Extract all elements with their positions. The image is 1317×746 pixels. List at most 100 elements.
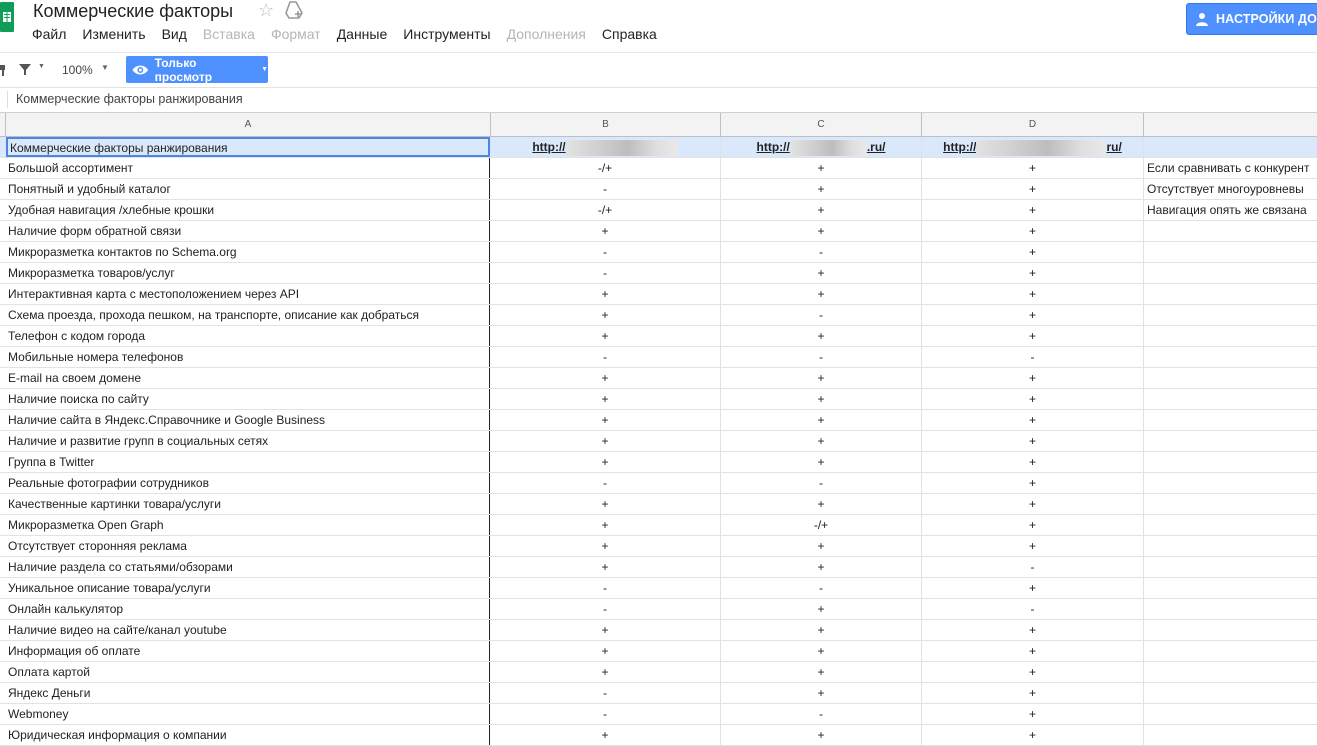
column-header-c[interactable]: C <box>721 113 922 136</box>
header-cell-url-c[interactable]: http:// .ru/ <box>721 137 922 157</box>
cell-d[interactable]: + <box>922 494 1144 514</box>
column-header-b[interactable]: B <box>491 113 721 136</box>
cell-b[interactable]: + <box>490 410 721 430</box>
cell-c[interactable]: - <box>721 242 922 262</box>
cell-c[interactable]: + <box>721 389 922 409</box>
cell-e[interactable] <box>1144 389 1317 409</box>
cell-b[interactable]: -/+ <box>490 158 721 178</box>
cell-a[interactable]: Схема проезда, прохода пешком, на трансп… <box>6 305 490 325</box>
cell-a[interactable]: Наличие раздела со статьями/обзорами <box>6 557 490 577</box>
cell-e[interactable] <box>1144 641 1317 661</box>
cell-b[interactable]: - <box>490 599 721 619</box>
cell-b[interactable]: + <box>490 725 721 745</box>
cell-c[interactable]: - <box>721 578 922 598</box>
cell-c[interactable]: + <box>721 221 922 241</box>
cell-e[interactable] <box>1144 368 1317 388</box>
cell-a[interactable]: Юридическая информация о компании <box>6 725 490 745</box>
formula-bar[interactable]: Коммерческие факторы ранжирования <box>0 87 1317 113</box>
cell-c[interactable]: - <box>721 473 922 493</box>
cell-a[interactable]: Наличие форм обратной связи <box>6 221 490 241</box>
cell-b[interactable]: + <box>490 221 721 241</box>
star-icon[interactable]: ☆ <box>258 0 274 20</box>
cell-c[interactable]: - <box>721 347 922 367</box>
cell-d[interactable]: + <box>922 200 1144 220</box>
cell-d[interactable]: + <box>922 683 1144 703</box>
cell-a[interactable]: Наличие и развитие групп в социальных се… <box>6 431 490 451</box>
cell-c[interactable]: + <box>721 263 922 283</box>
menu-item-5[interactable]: Данные <box>337 25 388 45</box>
cell-d[interactable]: + <box>922 725 1144 745</box>
cell-e[interactable] <box>1144 620 1317 640</box>
cell-a[interactable]: Webmoney <box>6 704 490 724</box>
cell-e[interactable] <box>1144 599 1317 619</box>
menu-item-1[interactable]: Изменить <box>82 25 145 45</box>
cell-b[interactable]: + <box>490 557 721 577</box>
cell-a[interactable]: Мобильные номера телефонов <box>6 347 490 367</box>
cell-a[interactable]: Яндекс Деньги <box>6 683 490 703</box>
cell-e[interactable] <box>1144 683 1317 703</box>
cell-c[interactable]: + <box>721 557 922 577</box>
cell-c[interactable]: + <box>721 536 922 556</box>
cell-c[interactable]: + <box>721 158 922 178</box>
cell-c[interactable]: + <box>721 494 922 514</box>
cell-d[interactable]: - <box>922 347 1144 367</box>
cell-a[interactable]: Телефон с кодом города <box>6 326 490 346</box>
cell-a[interactable]: Группа в Twitter <box>6 452 490 472</box>
cell-d[interactable]: + <box>922 662 1144 682</box>
cell-b[interactable]: - <box>490 179 721 199</box>
cell-e[interactable] <box>1144 452 1317 472</box>
cell-d[interactable]: + <box>922 410 1144 430</box>
cell-d[interactable]: - <box>922 599 1144 619</box>
cell-e[interactable] <box>1144 221 1317 241</box>
cell-c[interactable]: - <box>721 305 922 325</box>
cell-e[interactable] <box>1144 494 1317 514</box>
cell-e[interactable] <box>1144 284 1317 304</box>
cell-e[interactable] <box>1144 263 1317 283</box>
cell-e[interactable]: Если сравнивать с конкурент <box>1144 158 1317 178</box>
cell-a[interactable]: Понятный и удобный каталог <box>6 179 490 199</box>
cell-b[interactable]: + <box>490 368 721 388</box>
cell-a[interactable]: Наличие видео на сайте/канал youtube <box>6 620 490 640</box>
cell-a[interactable]: Микроразметка Open Graph <box>6 515 490 535</box>
cell-c[interactable]: + <box>721 284 922 304</box>
cell-b[interactable]: + <box>490 431 721 451</box>
cell-b[interactable]: - <box>490 347 721 367</box>
view-only-button[interactable]: Только просмотр ▼ <box>126 56 268 84</box>
menu-item-2[interactable]: Вид <box>162 25 187 45</box>
cell-e[interactable] <box>1144 557 1317 577</box>
cell-e[interactable] <box>1144 431 1317 451</box>
cell-d[interactable]: + <box>922 242 1144 262</box>
cell-b[interactable]: + <box>490 305 721 325</box>
cell-a[interactable]: Микроразметка товаров/услуг <box>6 263 490 283</box>
cell-e[interactable] <box>1144 515 1317 535</box>
cell-b[interactable]: + <box>490 515 721 535</box>
cell-c[interactable]: + <box>721 410 922 430</box>
cell-c[interactable]: + <box>721 452 922 472</box>
cell-d[interactable]: + <box>922 368 1144 388</box>
cell-c[interactable]: + <box>721 326 922 346</box>
cell-d[interactable]: + <box>922 305 1144 325</box>
cell-e[interactable]: Отсутствует многоуровневы <box>1144 179 1317 199</box>
cell-d[interactable]: - <box>922 557 1144 577</box>
cell-e[interactable] <box>1144 662 1317 682</box>
cell-c[interactable]: + <box>721 179 922 199</box>
sheets-logo[interactable] <box>0 2 14 32</box>
header-cell-e[interactable] <box>1144 137 1317 157</box>
zoom-select[interactable]: 100% <box>62 63 93 77</box>
cell-c[interactable]: + <box>721 431 922 451</box>
cell-a[interactable]: Качественные картинки товара/услуги <box>6 494 490 514</box>
header-cell-url-d[interactable]: http:// ru/ <box>922 137 1144 157</box>
cell-a[interactable]: Реальные фотографии сотрудников <box>6 473 490 493</box>
filter-icon[interactable] <box>18 63 32 76</box>
cell-e[interactable] <box>1144 578 1317 598</box>
cell-b[interactable]: + <box>490 284 721 304</box>
cell-d[interactable]: + <box>922 704 1144 724</box>
cell-a[interactable]: E-mail на своем домене <box>6 368 490 388</box>
cell-b[interactable]: - <box>490 704 721 724</box>
column-header-d[interactable]: D <box>922 113 1144 136</box>
cell-a[interactable]: Наличие поиска по сайту <box>6 389 490 409</box>
cell-a[interactable]: Большой ассортимент <box>6 158 490 178</box>
cell-d[interactable]: + <box>922 158 1144 178</box>
header-cell-a[interactable]: Коммерческие факторы ранжирования <box>6 137 490 157</box>
menu-item-0[interactable]: Файл <box>32 25 66 45</box>
